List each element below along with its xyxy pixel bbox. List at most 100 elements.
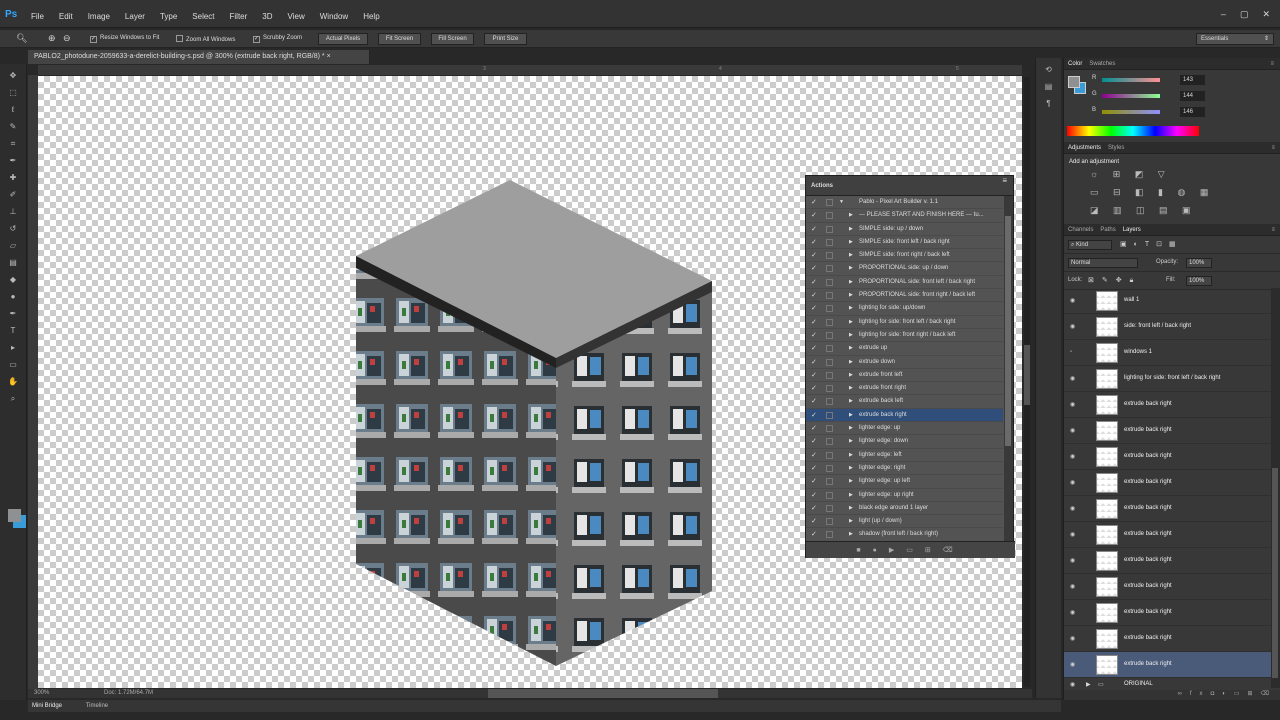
- menu-type[interactable]: Type: [160, 12, 177, 21]
- eye-icon[interactable]: ◉: [1070, 297, 1079, 304]
- zoom-in-icon[interactable]: ⊕: [48, 33, 56, 44]
- adjustment-icon-row[interactable]: ▭ ⊟ ◧ ▮ ◍ ▦: [1090, 183, 1280, 201]
- check-icon[interactable]: ✓: [811, 528, 817, 541]
- tab-mini-bridge[interactable]: Mini Bridge: [32, 703, 62, 709]
- check-icon[interactable]: ✓: [811, 302, 817, 315]
- minimize-icon[interactable]: –: [1221, 9, 1226, 20]
- tab-timeline[interactable]: Timeline: [86, 703, 108, 709]
- tab-layers[interactable]: Layers: [1123, 227, 1141, 233]
- dialog-toggle[interactable]: [826, 331, 833, 339]
- opacity-field[interactable]: 100%: [1186, 258, 1212, 268]
- action-item[interactable]: ✓ ▶ SIMPLE side: up / down: [806, 223, 1003, 236]
- chevron-right-icon[interactable]: ▶: [1086, 681, 1091, 688]
- tab-styles[interactable]: Styles: [1108, 145, 1124, 151]
- properties-icon[interactable]: ▤: [1042, 81, 1055, 92]
- dialog-toggle[interactable]: [826, 438, 833, 446]
- layer-row[interactable]: ◉ extrude back right: [1064, 470, 1271, 496]
- hand-tool-icon[interactable]: ✋: [7, 376, 20, 387]
- panel-menu-icon[interactable]: ≡: [1002, 176, 1007, 185]
- healing-brush-icon[interactable]: ✚: [7, 172, 20, 183]
- color-spectrum[interactable]: [1067, 126, 1199, 136]
- check-icon[interactable]: ✓: [811, 356, 817, 369]
- scrubby-zoom-checkbox[interactable]: ✓ Scrubby Zoom: [253, 35, 302, 43]
- eye-icon[interactable]: ◉: [1070, 505, 1079, 512]
- chevron-right-icon[interactable]: ▶: [849, 528, 853, 541]
- restore-icon[interactable]: ▢: [1240, 9, 1249, 20]
- layer-group-original[interactable]: ◉ ▶ ▭ ORIGINAL: [1064, 678, 1271, 688]
- layer-row[interactable]: ◉ extrude back right: [1064, 392, 1271, 418]
- check-icon[interactable]: ✓: [811, 395, 817, 408]
- menu-help[interactable]: Help: [363, 12, 379, 21]
- hidden-eye-icon[interactable]: ▫: [1070, 349, 1079, 355]
- action-item[interactable]: ✓ ▶ lighter edge: up right: [806, 489, 1003, 502]
- action-item[interactable]: ✓ ▶ PROPORTIONAL side: front right / back …: [806, 289, 1003, 303]
- action-item[interactable]: ✓ ▶ lighting for side: up/down: [806, 302, 1003, 316]
- blend-mode-select[interactable]: Normal: [1068, 258, 1138, 268]
- dialog-toggle[interactable]: [826, 425, 833, 433]
- check-icon[interactable]: ✓: [811, 316, 817, 329]
- action-item[interactable]: ✓ ▶ lighting for side: front right / back …: [806, 329, 1003, 343]
- new-group-icon[interactable]: ▭: [1234, 691, 1248, 697]
- dialog-toggle[interactable]: [826, 238, 833, 246]
- zoom-tool-icon[interactable]: ⌕: [7, 393, 20, 404]
- paragraph-icon[interactable]: ¶: [1042, 98, 1055, 109]
- check-icon[interactable]: ✓: [811, 515, 817, 528]
- dialog-toggle[interactable]: [826, 225, 833, 233]
- layer-row[interactable]: ◉ extrude back right: [1064, 652, 1271, 678]
- chevron-right-icon[interactable]: ▶: [849, 342, 853, 355]
- layer-row[interactable]: ◉ extrude back right: [1064, 522, 1271, 548]
- action-item[interactable]: ✓ ▶ --- PLEASE START AND FINISH HERE --- t…: [806, 209, 1003, 223]
- zoom-all-checkbox[interactable]: Zoom All Windows: [176, 35, 235, 43]
- scroll-thumb[interactable]: [1272, 468, 1278, 678]
- tab-color[interactable]: Color: [1068, 61, 1082, 67]
- check-icon[interactable]: ✓: [811, 196, 817, 209]
- dialog-toggle[interactable]: [826, 252, 833, 260]
- move-tool-icon[interactable]: ✥: [7, 70, 20, 81]
- gradient-icon[interactable]: ▤: [7, 257, 20, 268]
- chevron-right-icon[interactable]: ▶: [849, 395, 853, 408]
- zoom-out-icon[interactable]: ⊖: [63, 33, 71, 44]
- dialog-toggle[interactable]: [826, 478, 833, 486]
- link-icon[interactable]: ∞: [1178, 691, 1190, 697]
- chevron-right-icon[interactable]: ▶: [849, 262, 853, 275]
- check-icon[interactable]: ✓: [811, 475, 817, 488]
- eye-icon[interactable]: ◉: [1070, 557, 1079, 564]
- chevron-right-icon[interactable]: ▶: [849, 209, 853, 222]
- foreground-color-swatch[interactable]: [8, 509, 21, 522]
- layer-row[interactable]: ◉ extrude back right: [1064, 418, 1271, 444]
- print-size-button[interactable]: Print Size: [484, 33, 527, 45]
- dialog-toggle[interactable]: [826, 318, 833, 326]
- adjustment-icon-row[interactable]: ◪ ▥ ◫ ▤ ▣: [1090, 201, 1280, 219]
- action-item[interactable]: ✓ ▶ SIMPLE side: front right / back left: [806, 249, 1003, 263]
- new-layer-icon[interactable]: ⊞: [1247, 691, 1260, 697]
- layer-row[interactable]: ◉ extrude back right: [1064, 574, 1271, 600]
- menu-view[interactable]: View: [288, 12, 305, 21]
- dialog-toggle[interactable]: [826, 531, 833, 539]
- eyedropper-icon[interactable]: ✒: [7, 155, 20, 166]
- channel-value[interactable]: 146: [1180, 107, 1205, 117]
- chevron-right-icon[interactable]: ▶: [849, 462, 853, 475]
- chevron-right-icon[interactable]: ▶: [849, 435, 853, 448]
- fx-icon[interactable]: fx: [1190, 691, 1211, 697]
- close-icon[interactable]: ✕: [1262, 9, 1270, 20]
- crop-tool-icon[interactable]: ⌗: [7, 138, 20, 149]
- chevron-right-icon[interactable]: ▶: [849, 223, 853, 236]
- menu-filter[interactable]: Filter: [230, 12, 248, 21]
- adjustment-icon-row[interactable]: ☼ ⊞ ◩ ▽: [1090, 165, 1280, 183]
- chevron-right-icon[interactable]: ▶: [849, 302, 853, 315]
- chevron-right-icon[interactable]: ▶: [849, 329, 853, 342]
- action-item[interactable]: ✓ ▶ extrude down: [806, 356, 1003, 369]
- layer-row[interactable]: ◉ extrude back right: [1064, 496, 1271, 522]
- action-item[interactable]: ✓ ▶ PROPORTIONAL side: front left / back r…: [806, 276, 1003, 290]
- check-icon[interactable]: ✓: [811, 449, 817, 462]
- chevron-right-icon[interactable]: ▶: [849, 422, 853, 435]
- record-icon[interactable]: ●: [873, 547, 889, 554]
- eye-icon[interactable]: ◉: [1070, 531, 1079, 538]
- eraser-icon[interactable]: ▱: [7, 240, 20, 251]
- action-item[interactable]: ✓ ▶ lighter edge: right: [806, 462, 1003, 476]
- eye-icon[interactable]: ◉: [1070, 583, 1079, 590]
- tab-swatches[interactable]: Swatches: [1089, 61, 1115, 67]
- action-item[interactable]: ✓ ▶ extrude up: [806, 342, 1003, 356]
- chevron-right-icon[interactable]: ▶: [849, 236, 853, 249]
- dialog-toggle[interactable]: [826, 451, 833, 459]
